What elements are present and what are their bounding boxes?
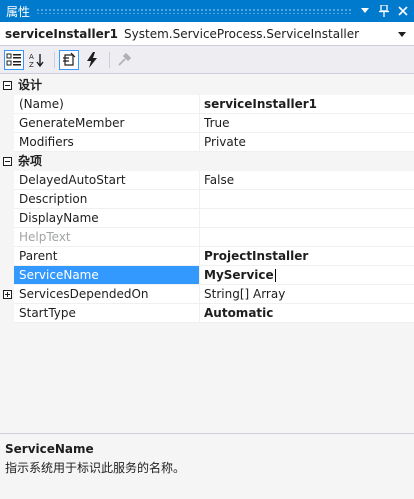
property-value[interactable]: ProjectInstaller bbox=[200, 247, 414, 266]
property-name[interactable]: StartType bbox=[14, 304, 200, 323]
category-label: 设计 bbox=[18, 78, 43, 92]
description-title: ServiceName bbox=[5, 442, 94, 456]
object-selector[interactable]: serviceInstaller1 System.ServiceProcess.… bbox=[0, 22, 414, 46]
object-name: serviceInstaller1 bbox=[5, 26, 119, 41]
close-icon[interactable] bbox=[395, 3, 411, 19]
property-name[interactable]: DisplayName bbox=[14, 209, 200, 228]
description-pane: ServiceName 指示系统用于标识此服务的名称。 bbox=[0, 433, 414, 499]
property-value[interactable]: Automatic bbox=[200, 304, 414, 323]
expand-icon[interactable] bbox=[0, 285, 14, 304]
property-row-name[interactable]: (Name) serviceInstaller1 bbox=[0, 95, 414, 114]
property-row-description[interactable]: Description bbox=[0, 190, 414, 209]
property-name[interactable]: GenerateMember bbox=[14, 114, 200, 133]
property-pages-icon[interactable] bbox=[114, 50, 134, 70]
svg-text:Z: Z bbox=[29, 61, 34, 68]
property-name[interactable]: ServicesDependedOn bbox=[14, 285, 200, 304]
property-name[interactable]: Parent bbox=[14, 247, 200, 266]
property-name[interactable]: ServiceName bbox=[14, 266, 200, 285]
property-value[interactable]: serviceInstaller1 bbox=[200, 95, 414, 114]
property-row-generatemember[interactable]: GenerateMember True bbox=[0, 114, 414, 133]
window-title: 属性 bbox=[6, 4, 31, 19]
property-value[interactable] bbox=[200, 228, 414, 247]
events-icon[interactable] bbox=[82, 50, 102, 70]
property-value[interactable]: True bbox=[200, 114, 414, 133]
collapse-icon[interactable] bbox=[0, 76, 14, 95]
property-row-helptext[interactable]: HelpText bbox=[0, 228, 414, 247]
window-titlebar: 属性 bbox=[0, 0, 414, 22]
property-row-starttype[interactable]: StartType Automatic bbox=[0, 304, 414, 323]
property-name[interactable]: (Name) bbox=[14, 95, 200, 114]
object-type: System.ServiceProcess.ServiceInstaller bbox=[124, 26, 360, 41]
category-misc[interactable]: 杂项 bbox=[0, 152, 414, 171]
property-grid: 设计 (Name) serviceInstaller1 GenerateMemb… bbox=[0, 74, 414, 433]
property-value[interactable]: Private bbox=[200, 133, 414, 152]
svg-text:A: A bbox=[29, 53, 34, 61]
categorized-icon[interactable] bbox=[4, 49, 24, 70]
property-name[interactable]: HelpText bbox=[14, 228, 200, 247]
property-row-modifiers[interactable]: Modifiers Private bbox=[0, 133, 414, 152]
property-row-parent[interactable]: Parent ProjectInstaller bbox=[0, 247, 414, 266]
dropdown-arrow-icon[interactable] bbox=[357, 3, 373, 19]
alphabetical-icon[interactable]: A Z bbox=[27, 50, 47, 70]
property-toolbar: A Z bbox=[0, 46, 414, 74]
property-name[interactable]: Modifiers bbox=[14, 133, 200, 152]
property-name[interactable]: DelayedAutoStart bbox=[14, 171, 200, 190]
property-value: MyService bbox=[204, 268, 274, 282]
property-row-displayname[interactable]: DisplayName bbox=[0, 209, 414, 228]
category-design[interactable]: 设计 bbox=[0, 76, 414, 95]
description-text: 指示系统用于标识此服务的名称。 bbox=[5, 461, 186, 475]
chevron-down-icon[interactable] bbox=[396, 28, 408, 40]
collapse-icon[interactable] bbox=[0, 152, 14, 171]
property-value[interactable] bbox=[200, 209, 414, 228]
pin-icon[interactable] bbox=[376, 3, 392, 19]
property-row-servicename[interactable]: ServiceName MyService bbox=[0, 266, 414, 285]
drag-grip[interactable] bbox=[36, 8, 351, 14]
property-value[interactable]: False bbox=[200, 171, 414, 190]
property-row-delayedautostart[interactable]: DelayedAutoStart False bbox=[0, 171, 414, 190]
property-value[interactable] bbox=[200, 190, 414, 209]
toolbar-separator bbox=[54, 51, 55, 68]
property-value-editor[interactable]: MyService bbox=[200, 266, 414, 285]
toolbar-separator bbox=[109, 51, 110, 68]
properties-icon[interactable] bbox=[59, 49, 79, 70]
category-label: 杂项 bbox=[18, 154, 43, 168]
property-name[interactable]: Description bbox=[14, 190, 200, 209]
property-value[interactable]: String[] Array bbox=[200, 285, 414, 304]
property-row-servicesdependedon[interactable]: ServicesDependedOn String[] Array bbox=[0, 285, 414, 304]
text-caret bbox=[274, 269, 276, 282]
